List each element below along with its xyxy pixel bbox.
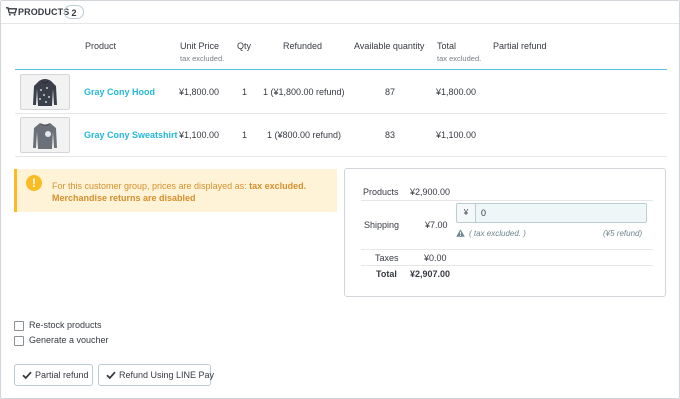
col-unit-price: Unit Price bbox=[180, 41, 220, 51]
warning-icon: ! bbox=[26, 175, 42, 191]
alert-prefix: For this customer group, prices are disp… bbox=[52, 181, 250, 191]
products-value: ¥2,900.00 bbox=[410, 187, 451, 197]
shipping-refund-input[interactable] bbox=[476, 204, 645, 222]
col-qty: Qty bbox=[237, 41, 252, 51]
col-unit-price-note: tax excluded. bbox=[180, 54, 225, 63]
col-total-note: tax excluded. bbox=[437, 54, 482, 63]
col-total: Total bbox=[437, 41, 457, 51]
cart-icon bbox=[6, 7, 17, 16]
shipping-label: Shipping bbox=[364, 220, 400, 230]
refund-line-pay-label: Refund Using LINE Pay bbox=[119, 370, 215, 380]
warning-icon bbox=[456, 229, 465, 237]
qty: 1 bbox=[242, 87, 248, 97]
summary-divider bbox=[361, 265, 653, 266]
partial-refund-label: Partial refund bbox=[35, 370, 89, 380]
refunded: 1 (¥800.00 refund) bbox=[267, 130, 342, 140]
unit-price: ¥1,100.00 bbox=[179, 130, 220, 140]
product-link[interactable]: Gray Cony Hood bbox=[84, 87, 155, 97]
refund-line-pay-button[interactable]: Refund Using LINE Pay bbox=[98, 364, 215, 386]
tax-warning-alert: ! For this customer group, prices are di… bbox=[14, 169, 337, 212]
product-link[interactable]: Gray Cony Sweatshirt bbox=[84, 130, 178, 140]
panel-title: PRODUCTS bbox=[18, 7, 70, 17]
col-available-quantity: Available quantity bbox=[354, 41, 425, 51]
line-total: ¥1,100.00 bbox=[436, 130, 477, 140]
shipping-value: ¥7.00 bbox=[425, 220, 448, 230]
available-quantity: 87 bbox=[385, 87, 396, 97]
total-label: Total bbox=[376, 269, 397, 279]
returns-disabled-message: Merchandise returns are disabled bbox=[52, 193, 196, 203]
total-value: ¥2,907.00 bbox=[410, 269, 451, 279]
products-panel: PRODUCTS 2 Product Unit Price tax exclud… bbox=[0, 0, 680, 399]
shipping-refund-group: ¥ bbox=[456, 203, 647, 223]
header-divider bbox=[15, 69, 667, 70]
voucher-label[interactable]: Generate a voucher bbox=[29, 335, 109, 345]
currency-addon: ¥ bbox=[457, 204, 476, 222]
partial-refund-button[interactable]: Partial refund bbox=[14, 364, 93, 386]
restock-checkbox[interactable] bbox=[14, 321, 24, 331]
line-total: ¥1,800.00 bbox=[436, 87, 477, 97]
shipping-refund-note: (¥5 refund) bbox=[603, 229, 643, 238]
alert-emphasis: tax excluded. bbox=[249, 181, 307, 191]
product-thumbnail bbox=[20, 117, 70, 153]
col-refunded: Refunded bbox=[283, 41, 323, 51]
taxes-label: Taxes bbox=[375, 253, 399, 263]
col-partial-refund: Partial refund bbox=[493, 41, 547, 51]
taxes-value: ¥0.00 bbox=[424, 253, 447, 263]
sweatshirt-image bbox=[21, 118, 69, 152]
row-divider bbox=[15, 113, 667, 114]
qty: 1 bbox=[242, 130, 248, 140]
check-icon bbox=[22, 371, 32, 380]
row-divider bbox=[15, 156, 667, 157]
available-quantity: 83 bbox=[385, 130, 396, 140]
product-count-badge: 2 bbox=[64, 5, 84, 19]
refunded: 1 (¥1,800.00 refund) bbox=[263, 87, 345, 97]
hoodie-image bbox=[21, 75, 69, 109]
summary-divider bbox=[361, 249, 653, 250]
restock-label[interactable]: Re-stock products bbox=[29, 320, 102, 330]
check-icon bbox=[106, 371, 116, 380]
alert-message: For this customer group, prices are disp… bbox=[52, 181, 306, 191]
products-label: Products bbox=[363, 187, 399, 197]
unit-price: ¥1,800.00 bbox=[179, 87, 220, 97]
panel-header: PRODUCTS 2 bbox=[1, 1, 679, 24]
col-product: Product bbox=[85, 41, 117, 51]
summary-divider bbox=[361, 200, 653, 201]
tax-excluded-note: ( tax excluded. ) bbox=[469, 229, 526, 238]
product-thumbnail bbox=[20, 74, 70, 110]
voucher-checkbox[interactable] bbox=[14, 336, 24, 346]
